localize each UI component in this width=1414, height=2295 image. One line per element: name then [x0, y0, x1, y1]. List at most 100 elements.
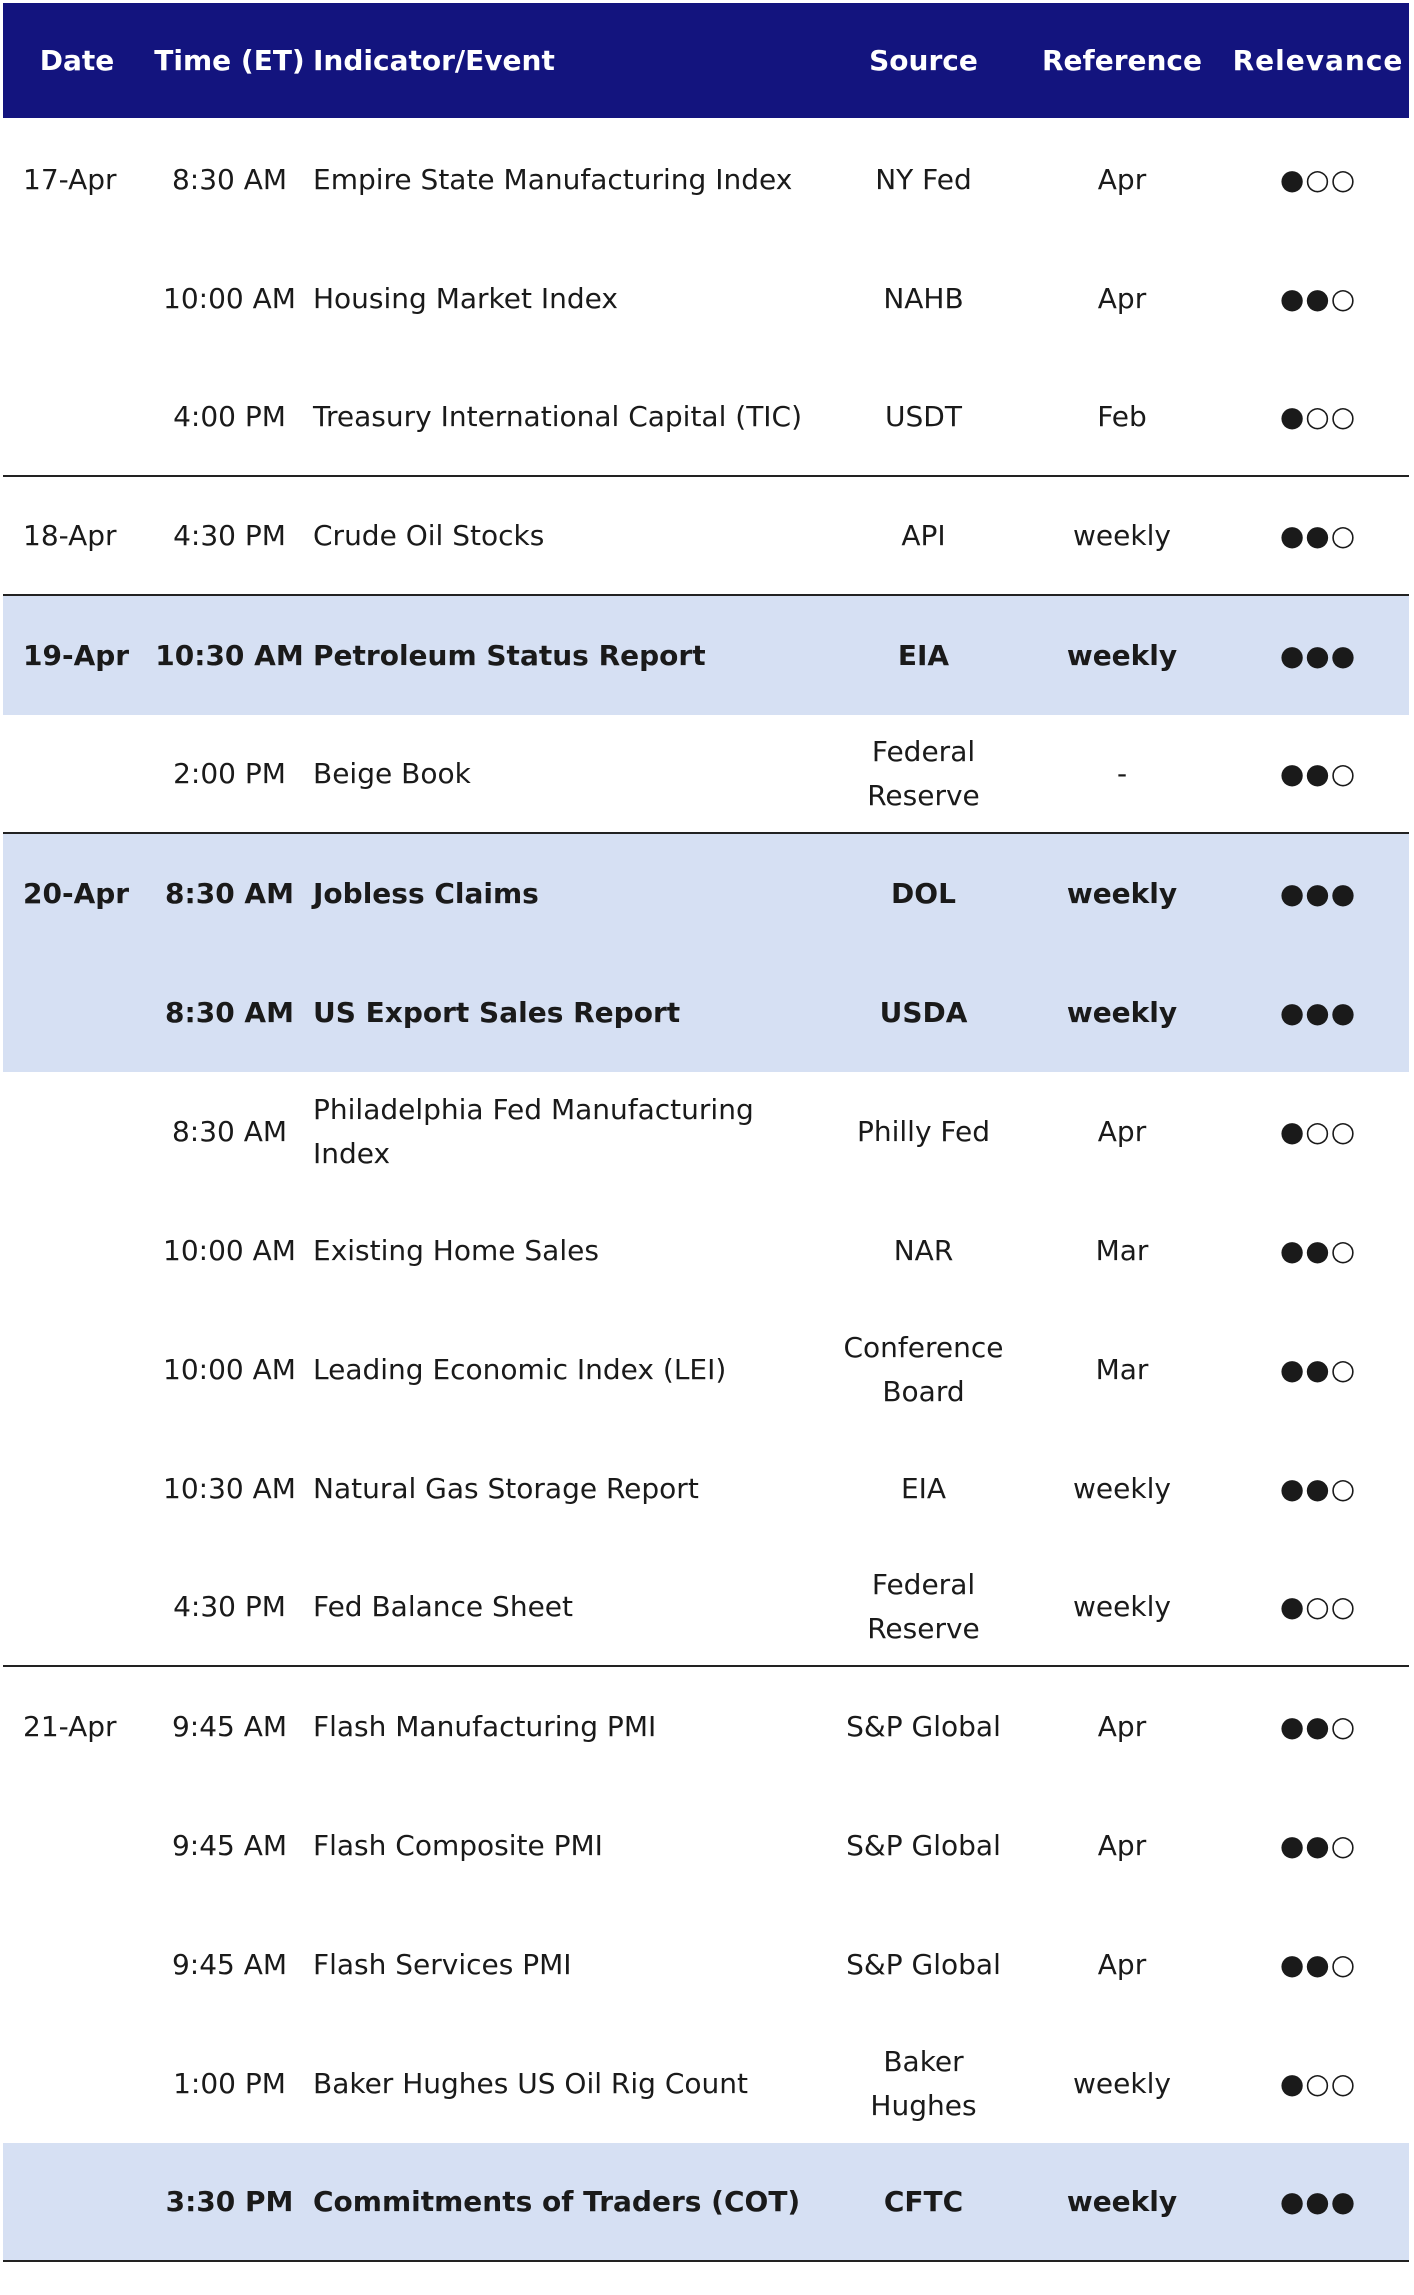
row-time: 10:00 AM	[163, 1233, 296, 1267]
row-time: 10:00 AM	[163, 1352, 296, 1386]
header-source: Source	[869, 43, 978, 77]
row-relevance: ●●○	[1279, 1233, 1357, 1267]
row-time: 1:00 PM	[173, 2066, 286, 2100]
table-row: 10:30 AM Natural Gas Storage Report EIA wee…	[3, 1429, 1409, 1548]
row-reference: Mar	[1095, 1233, 1149, 1267]
row-source: USDT	[885, 399, 962, 433]
row-indicator: Empire State Manufacturing Index	[313, 162, 793, 196]
row-time: 8:30 AM	[171, 1114, 288, 1148]
header-date: Date	[39, 43, 115, 77]
row-indicator: Flash Services PMI	[313, 1947, 572, 1981]
row-source: NAHB	[883, 281, 964, 315]
row-date: 18-Apr	[23, 518, 117, 552]
table-row: 3:30 PM Commitments of Traders (COT) CFTC w…	[3, 2143, 1409, 2262]
row-indicator: Crude Oil Stocks	[313, 518, 545, 552]
row-indicator: US Export Sales Report	[313, 995, 681, 1029]
row-reference: weekly	[1066, 638, 1178, 672]
row-source: EIA	[897, 638, 950, 672]
row-reference: Apr	[1097, 1947, 1147, 1981]
row-source: S&P Global	[846, 1947, 1001, 1981]
row-source: Philly Fed	[856, 1114, 990, 1148]
row-reference: Apr	[1097, 1114, 1147, 1148]
table-row: 18-Apr 4:30 PM Crude Oil Stocks API weekly ●●…	[3, 477, 1409, 596]
row-source: S&P Global	[846, 1709, 1001, 1743]
row-relevance: ●○○	[1279, 1114, 1357, 1148]
row-indicator: Treasury International Capital (TIC)	[313, 399, 803, 433]
row-time: 9:45 AM	[171, 1947, 288, 1981]
row-indicator: Leading Economic Index (LEI)	[313, 1352, 727, 1386]
row-time: 9:45 AM	[171, 1709, 288, 1743]
row-reference: Apr	[1097, 1709, 1147, 1743]
row-relevance: ●●○	[1279, 1709, 1357, 1743]
row-source: Federal Reserve	[867, 1567, 980, 1645]
row-reference: Mar	[1095, 1352, 1149, 1386]
row-indicator: Flash Manufacturing PMI	[313, 1709, 657, 1743]
header-time: Time (ET)	[154, 43, 305, 77]
row-relevance: ●●○	[1279, 1828, 1357, 1862]
economic-calendar-table: Date Time (ET) Indicator/Event Source Re…	[3, 3, 1409, 2262]
row-indicator: Baker Hughes US Oil Rig Count	[313, 2066, 748, 2100]
row-source: NAR	[893, 1233, 954, 1267]
row-date: 21-Apr	[23, 1709, 117, 1743]
row-relevance: ●○○	[1279, 399, 1357, 433]
row-indicator: Beige Book	[313, 756, 471, 790]
row-time: 4:30 PM	[173, 518, 286, 552]
row-date: 17-Apr	[23, 162, 117, 196]
row-time: 8:30 AM	[165, 876, 294, 910]
row-source: USDA	[879, 995, 968, 1029]
row-indicator: Natural Gas Storage Report	[313, 1471, 699, 1505]
row-time: 4:30 PM	[173, 1589, 286, 1623]
table-row: 8:30 AM Philadelphia Fed Manufacturing In…	[3, 1072, 1409, 1191]
row-relevance: ●●○	[1279, 281, 1357, 315]
row-reference: weekly	[1073, 2066, 1171, 2100]
row-indicator: Housing Market Index	[313, 281, 618, 315]
row-source: DOL	[891, 876, 956, 910]
row-time: 9:45 AM	[171, 1828, 288, 1862]
row-relevance: ●●○	[1279, 756, 1357, 790]
table-row: 17-Apr 8:30 AM Empire State Manufacturing …	[3, 120, 1409, 239]
row-source: Baker Hughes	[870, 2044, 977, 2122]
row-time: 10:30 AM	[155, 638, 304, 672]
row-time: 3:30 PM	[165, 2184, 294, 2218]
row-relevance: ●●○	[1279, 518, 1357, 552]
row-source: Federal Reserve	[867, 734, 980, 812]
row-relevance: ●●○	[1279, 1947, 1357, 1981]
row-date: 20-Apr	[23, 876, 130, 910]
table-row: 20-Apr 8:30 AM Jobless Claims DOL weekly ●●●	[3, 834, 1409, 953]
table-row: 4:00 PM Treasury International Capital (T…	[3, 358, 1409, 477]
row-indicator: Jobless Claims	[313, 876, 539, 910]
row-time: 10:00 AM	[163, 281, 296, 315]
row-relevance: ●●●	[1279, 638, 1357, 672]
row-time: 4:00 PM	[173, 399, 286, 433]
row-reference: weekly	[1073, 1589, 1171, 1623]
row-reference: Apr	[1097, 1828, 1147, 1862]
row-reference: weekly	[1066, 2184, 1178, 2218]
header-relevance: Relevance	[1232, 43, 1404, 77]
row-reference: weekly	[1073, 518, 1171, 552]
table-row: 2:00 PM Beige Book Federal Reserve - ●●○	[3, 715, 1409, 834]
row-source: S&P Global	[846, 1828, 1001, 1862]
header-indicator: Indicator/Event	[313, 43, 555, 77]
table-row: 21-Apr 9:45 AM Flash Manufacturing PMI S&P …	[3, 1667, 1409, 1786]
row-time: 2:00 PM	[173, 756, 286, 790]
row-reference: Feb	[1097, 399, 1147, 433]
table-row: 9:45 AM Flash Composite PMI S&P Global Apr ●…	[3, 1786, 1409, 1905]
table-row: 10:00 AM Existing Home Sales NAR Mar ●●○	[3, 1191, 1409, 1310]
table-body: 17-Apr 8:30 AM Empire State Manufacturing …	[3, 120, 1409, 2262]
row-source: NY Fed	[875, 162, 972, 196]
row-reference: Apr	[1097, 281, 1147, 315]
row-indicator: Petroleum Status Report	[313, 638, 706, 672]
row-source: EIA	[900, 1471, 947, 1505]
row-relevance: ●○○	[1279, 1589, 1357, 1623]
row-reference: -	[1116, 756, 1128, 790]
table-row: 8:30 AM US Export Sales Report USDA weekly ●…	[3, 953, 1409, 1072]
table-row: 1:00 PM Baker Hughes US Oil Rig Count Bake…	[3, 2024, 1409, 2143]
row-relevance: ●●●	[1279, 995, 1357, 1029]
row-indicator: Existing Home Sales	[313, 1233, 599, 1267]
table-row: 10:00 AM Leading Economic Index (LEI) Conf…	[3, 1310, 1409, 1429]
row-relevance: ●●○	[1279, 1471, 1357, 1505]
row-source: API	[901, 518, 946, 552]
row-reference: weekly	[1073, 1471, 1171, 1505]
table-header: Date Time (ET) Indicator/Event Source Re…	[3, 3, 1409, 118]
row-relevance: ●●●	[1279, 876, 1357, 910]
